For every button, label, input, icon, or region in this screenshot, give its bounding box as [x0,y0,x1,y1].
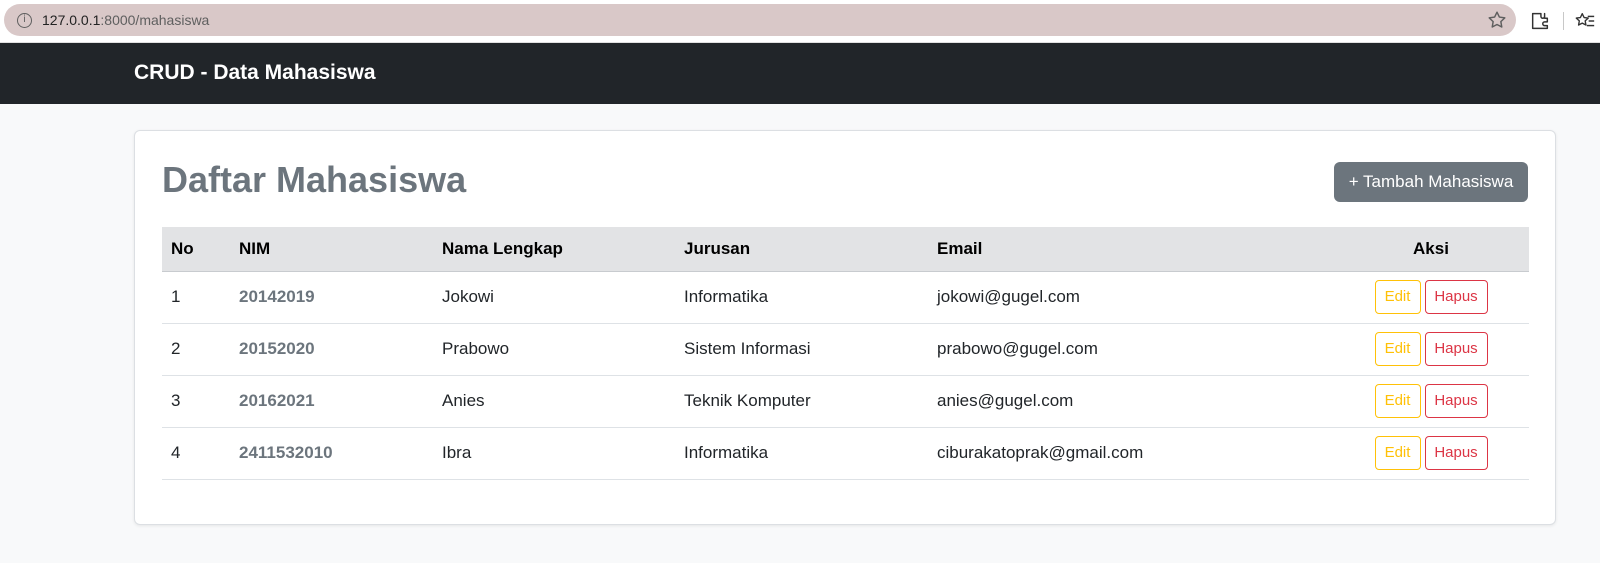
delete-button[interactable]: Hapus [1424,436,1488,470]
cell-jurusan: Sistem Informasi [684,339,811,358]
favorites-icon[interactable] [1574,10,1596,32]
header-aksi: Aksi [1333,227,1529,272]
table-header-row: No NIM Nama Lengkap Jurusan Email Aksi [162,227,1529,272]
cell-no: 3 [171,391,181,410]
cell-aksi: Edit Hapus [1333,323,1529,375]
cell-email: anies@gugel.com [937,391,1074,410]
header-nama: Nama Lengkap [433,227,675,272]
bookmark-star-icon[interactable] [1486,9,1508,31]
cell-nama: Prabowo [442,339,510,358]
cell-no: 2 [171,339,181,358]
cell-jurusan: Teknik Komputer [684,391,811,410]
toolbar-separator [1563,12,1564,30]
table-row: 2 20152020 Prabowo Sistem Informasi prab… [162,323,1529,375]
cell-aksi: Edit Hapus [1333,271,1529,323]
cell-nim: 20162021 [239,391,315,410]
cell-nama: Anies [442,391,485,410]
info-icon[interactable]: i [17,13,32,28]
cell-jurusan: Informatika [684,443,769,462]
navbar: CRUD - Data Mahasiswa [0,43,1600,104]
table-row: 1 20142019 Jokowi Informatika jokowi@gug… [162,271,1529,323]
address-bar[interactable]: i 127.0.0.1:8000/mahasiswa [4,4,1516,36]
edit-button[interactable]: Edit [1374,384,1421,418]
cell-email: prabowo@gugel.com [937,339,1098,358]
edit-button[interactable]: Edit [1374,280,1421,314]
cell-nim: 2411532010 [239,443,333,462]
delete-button[interactable]: Hapus [1424,332,1488,366]
table-row: 4 2411532010 Ibra Informatika ciburakato… [162,427,1529,479]
edit-button[interactable]: Edit [1374,436,1421,470]
cell-no: 4 [171,443,181,462]
cell-nama: Jokowi [442,287,494,306]
main-card: Daftar Mahasiswa + Tambah Mahasiswa No N… [134,130,1556,525]
delete-button[interactable]: Hapus [1424,280,1488,314]
header-no: No [162,227,230,272]
cell-no: 1 [171,287,181,306]
header-nim: NIM [230,227,433,272]
add-mahasiswa-button[interactable]: + Tambah Mahasiswa [1334,162,1528,202]
page-title: Daftar Mahasiswa [162,159,467,200]
navbar-brand[interactable]: CRUD - Data Mahasiswa [134,61,376,85]
extensions-icon[interactable] [1529,10,1551,32]
edit-button[interactable]: Edit [1374,332,1421,366]
cell-email: ciburakatoprak@gmail.com [937,443,1144,462]
cell-jurusan: Informatika [684,287,769,306]
mahasiswa-table: No NIM Nama Lengkap Jurusan Email Aksi 1… [162,227,1529,480]
header-email: Email [928,227,1333,272]
cell-nim: 20152020 [239,339,315,358]
browser-toolbar: i 127.0.0.1:8000/mahasiswa [0,0,1600,43]
cell-aksi: Edit Hapus [1333,375,1529,427]
cell-nama: Ibra [442,443,472,462]
header-jurusan: Jurusan [675,227,928,272]
cell-email: jokowi@gugel.com [937,287,1080,306]
url-text[interactable]: 127.0.0.1:8000/mahasiswa [42,12,209,28]
table-row: 3 20162021 Anies Teknik Komputer anies@g… [162,375,1529,427]
cell-aksi: Edit Hapus [1333,427,1529,479]
cell-nim: 20142019 [239,287,315,306]
delete-button[interactable]: Hapus [1424,384,1488,418]
